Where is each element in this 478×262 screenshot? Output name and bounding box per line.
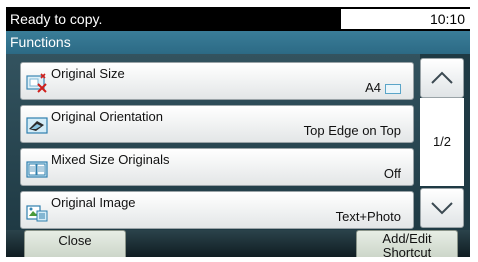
row-label: Mixed Size Originals <box>51 152 170 167</box>
row-value: A4 <box>365 80 401 96</box>
status-bar: Ready to copy. 10:10 <box>6 7 470 31</box>
row-label: Original Image <box>51 195 136 210</box>
shortcut-label-line2: Shortcut <box>382 245 432 258</box>
close-button[interactable]: Close <box>24 230 126 257</box>
row-value: Top Edge on Top <box>303 123 401 138</box>
function-row-original-orientation[interactable]: Original Orientation Top Edge on Top <box>20 105 414 143</box>
row-label: Original Size <box>51 66 125 81</box>
row-label: Original Orientation <box>51 109 163 124</box>
add-edit-shortcut-button[interactable]: Add/Edit Shortcut <box>356 230 458 257</box>
shortcut-label-line1: Add/Edit <box>382 231 432 246</box>
scroll-up-button[interactable] <box>420 58 464 98</box>
row-value: Off <box>383 166 401 181</box>
function-row-original-image[interactable]: Original Image Text+Photo <box>20 191 414 229</box>
chevron-up-icon <box>431 71 453 84</box>
status-field <box>341 9 425 29</box>
original-image-icon <box>26 205 48 222</box>
function-row-original-size[interactable]: Original Size A4 <box>20 62 414 100</box>
scroll-down-button[interactable] <box>420 188 464 228</box>
row-value: Text+Photo <box>335 209 401 224</box>
function-list: Original Size A4 Original Orientation To… <box>6 54 470 230</box>
clock: 10:10 <box>425 9 470 29</box>
copy-functions-screen: Ready to copy. 10:10 Functions Original … <box>6 7 470 257</box>
function-row-mixed-size-originals[interactable]: Mixed Size Originals Off <box>20 148 414 186</box>
page-header: Functions <box>6 31 470 54</box>
pager: 1/2 <box>420 54 470 230</box>
orientation-icon <box>26 117 48 134</box>
page-title: Functions <box>10 34 71 50</box>
page-indicator: 1/2 <box>420 98 464 186</box>
mixed-size-icon <box>26 161 48 178</box>
chevron-down-icon <box>431 202 453 215</box>
paper-size-icon <box>385 84 401 94</box>
status-message: Ready to copy. <box>10 11 103 27</box>
original-size-icon <box>26 73 47 93</box>
footer-bar: Close Add/Edit Shortcut <box>6 230 470 257</box>
